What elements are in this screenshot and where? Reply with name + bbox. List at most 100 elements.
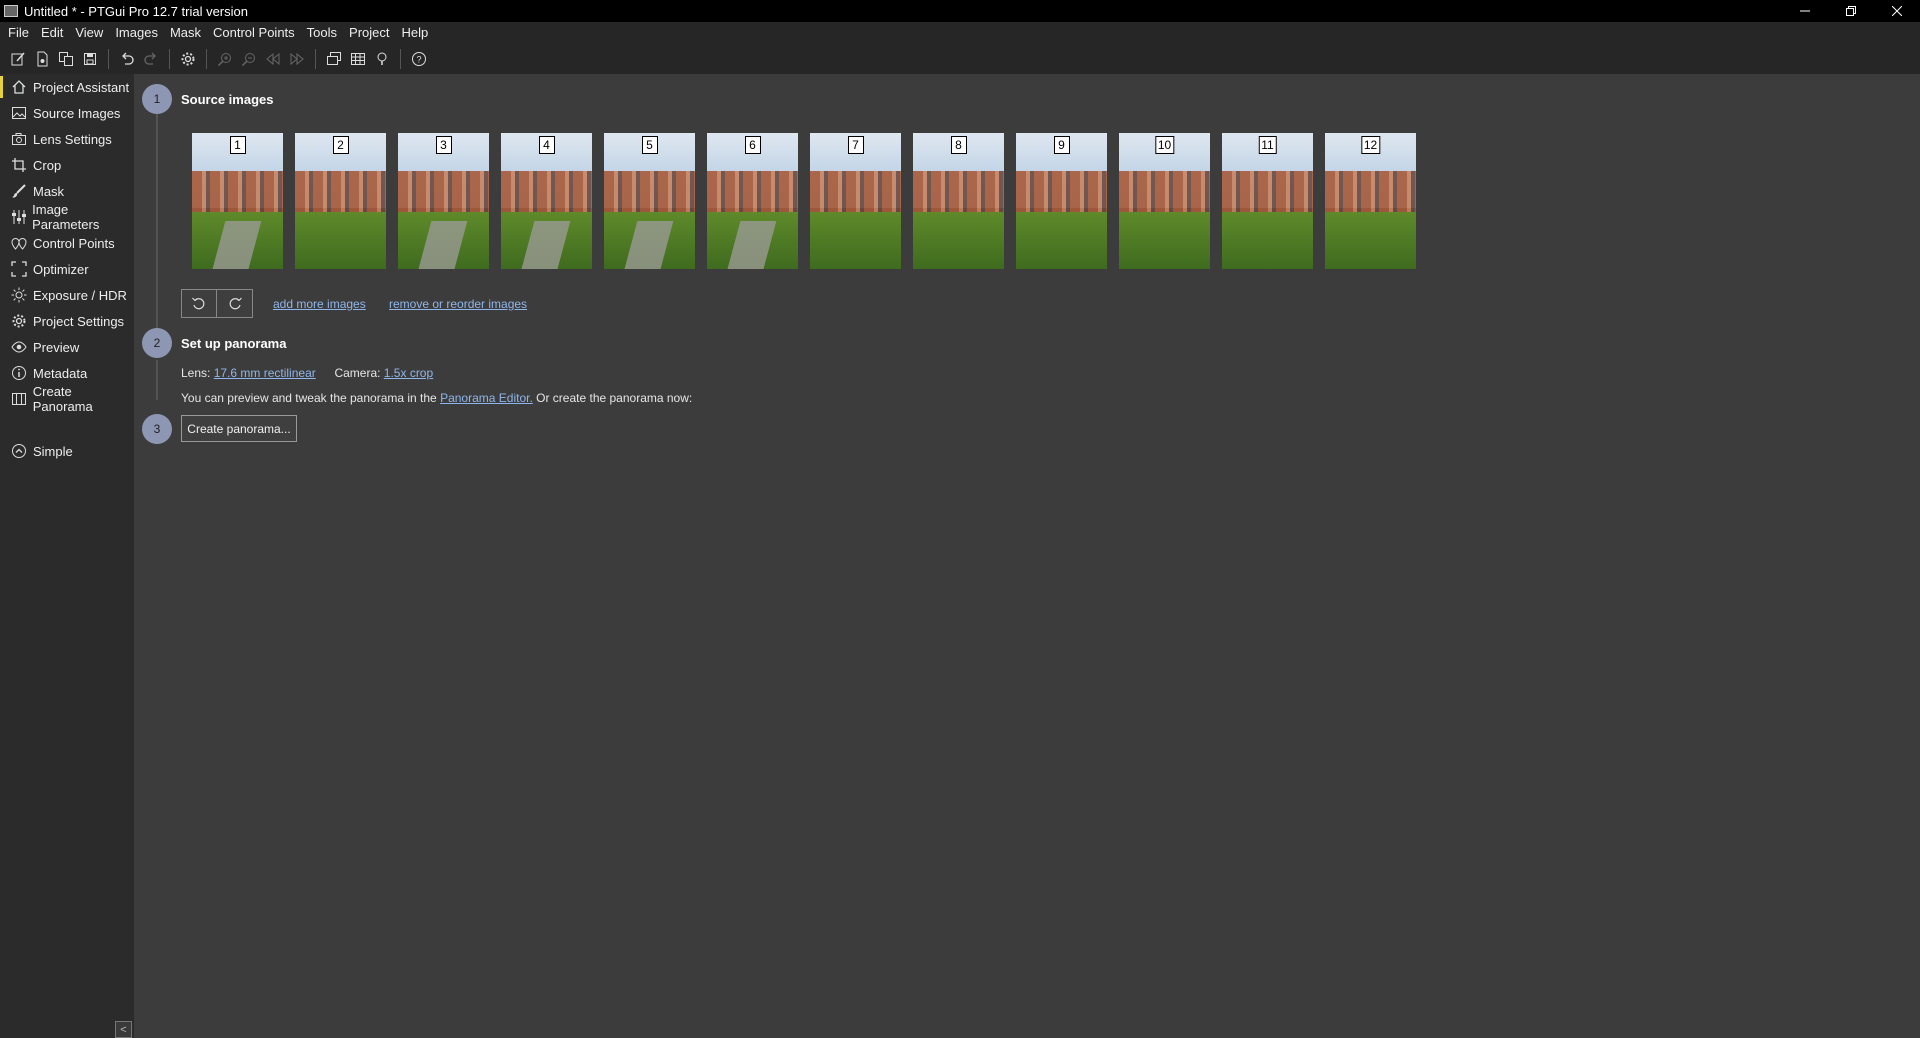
zoom-out-icon [241, 53, 255, 67]
eye-icon [10, 338, 28, 356]
menu-help[interactable]: Help [396, 22, 435, 44]
save-icon [84, 53, 96, 65]
app-icon [4, 5, 18, 17]
control-points-icon [10, 234, 28, 252]
sidebar-item-label: Project Settings [33, 313, 125, 329]
rotate-buttons [181, 289, 253, 318]
close-icon [1892, 6, 1902, 16]
toolbar: ? [0, 44, 1920, 74]
sliders-icon [10, 208, 27, 226]
step-connector [156, 360, 158, 400]
source-image-thumbnail[interactable]: 7 [810, 133, 901, 269]
create-panorama-button[interactable]: Create panorama... [181, 415, 297, 442]
source-image-thumbnail[interactable]: 11 [1222, 133, 1313, 269]
window-title: Untitled * - PTGui Pro 12.7 trial versio… [24, 3, 248, 19]
source-image-thumbnail[interactable]: 3 [398, 133, 489, 269]
lens-link[interactable]: 17.6 mm rectilinear [214, 366, 316, 380]
home-icon [10, 78, 28, 96]
next-button[interactable] [285, 47, 309, 71]
panorama-icon [10, 390, 28, 408]
minimize-button[interactable] [1782, 0, 1828, 22]
sidebar-item-project-settings[interactable]: Project Settings [0, 308, 134, 334]
tip-button[interactable] [370, 47, 394, 71]
zoom-out-button[interactable] [237, 47, 261, 71]
tip-icon [377, 52, 387, 65]
collapse-sidebar-button[interactable]: < [115, 1021, 132, 1038]
sidebar-item-metadata[interactable]: Metadata [0, 360, 134, 386]
sidebar-item-label: Lens Settings [33, 131, 112, 147]
source-image-thumbnail[interactable]: 1 [192, 133, 283, 269]
source-image-thumbnail[interactable]: 6 [707, 133, 798, 269]
step-2-title: Set up panorama [181, 336, 287, 351]
table-button[interactable] [346, 47, 370, 71]
image-number: 9 [1053, 136, 1070, 154]
menu-project[interactable]: Project [343, 22, 395, 44]
source-image-thumbnail[interactable]: 8 [913, 133, 1004, 269]
image-number: 11 [1258, 136, 1277, 154]
sidebar-item-optimizer[interactable]: Optimizer [0, 256, 134, 282]
source-image-thumbnail[interactable]: 10 [1119, 133, 1210, 269]
sidebar-item-simple[interactable]: Simple [0, 438, 134, 464]
panorama-editor-icon [327, 52, 341, 65]
lens-camera-line: Lens: 17.6 mm rectilinear Camera: 1.5x c… [181, 366, 433, 380]
rotate-right-button[interactable] [217, 289, 253, 318]
settings-button[interactable] [176, 47, 200, 71]
preview-hint: You can preview and tweak the panorama i… [181, 391, 692, 405]
sidebar-item-crop[interactable]: Crop [0, 152, 134, 178]
panorama-editor-button[interactable] [322, 47, 346, 71]
minimize-icon [1800, 10, 1810, 12]
step-3-badge: 3 [142, 414, 172, 444]
camera-link[interactable]: 1.5x crop [384, 366, 433, 380]
open-project-button[interactable] [30, 47, 54, 71]
step-2-badge: 2 [142, 328, 172, 358]
title-bar: Untitled * - PTGui Pro 12.7 trial versio… [0, 0, 1920, 22]
undo-button[interactable] [115, 47, 139, 71]
sidebar-item-source-images[interactable]: Source Images [0, 100, 134, 126]
restore-button[interactable] [1828, 0, 1874, 22]
sidebar-item-preview[interactable]: Preview [0, 334, 134, 360]
sidebar-item-mask[interactable]: Mask [0, 178, 134, 204]
source-image-thumbnail[interactable]: 5 [604, 133, 695, 269]
source-image-thumbnail[interactable]: 12 [1325, 133, 1416, 269]
image-icon [10, 104, 28, 122]
menu-control-points[interactable]: Control Points [207, 22, 301, 44]
open-recent-button[interactable] [54, 47, 78, 71]
sidebar-item-control-points[interactable]: Control Points [0, 230, 134, 256]
remove-reorder-images-link[interactable]: remove or reorder images [389, 297, 527, 311]
menu-images[interactable]: Images [109, 22, 164, 44]
sidebar-item-image-parameters[interactable]: Image Parameters [0, 202, 134, 232]
menu-edit[interactable]: Edit [35, 22, 69, 44]
sidebar-item-label: Source Images [33, 105, 121, 121]
source-image-thumbnail[interactable]: 2 [295, 133, 386, 269]
sidebar-item-create-panorama[interactable]: Create Panorama [0, 384, 134, 414]
new-project-button[interactable] [6, 47, 30, 71]
chevron-up-circle-icon [10, 442, 28, 460]
menu-mask[interactable]: Mask [164, 22, 207, 44]
rotate-left-button[interactable] [181, 289, 217, 318]
sidebar-item-project-assistant[interactable]: Project Assistant [0, 74, 134, 100]
source-image-thumbnail[interactable]: 9 [1016, 133, 1107, 269]
sidebar-item-exposure-hdr[interactable]: Exposure / HDR [0, 282, 134, 308]
image-number: 6 [744, 136, 761, 154]
redo-button[interactable] [139, 47, 163, 71]
gear-icon [10, 312, 28, 330]
image-number: 12 [1360, 136, 1381, 154]
source-image-thumbnail[interactable]: 4 [501, 133, 592, 269]
menu-view[interactable]: View [69, 22, 109, 44]
brush-icon [10, 182, 28, 200]
sidebar-item-lens-settings[interactable]: Lens Settings [0, 126, 134, 152]
add-more-images-link[interactable]: add more images [273, 297, 366, 311]
zoom-in-button[interactable] [213, 47, 237, 71]
menu-tools[interactable]: Tools [301, 22, 343, 44]
restore-icon [1846, 6, 1856, 16]
rotate-right-icon [229, 297, 242, 309]
close-button[interactable] [1874, 0, 1920, 22]
panorama-editor-link[interactable]: Panorama Editor. [440, 391, 533, 405]
sidebar-item-label: Preview [33, 339, 80, 355]
info-icon [10, 364, 28, 382]
previous-button[interactable] [261, 47, 285, 71]
menu-file[interactable]: File [2, 22, 35, 44]
help-button[interactable]: ? [407, 47, 431, 71]
save-button[interactable] [78, 47, 102, 71]
